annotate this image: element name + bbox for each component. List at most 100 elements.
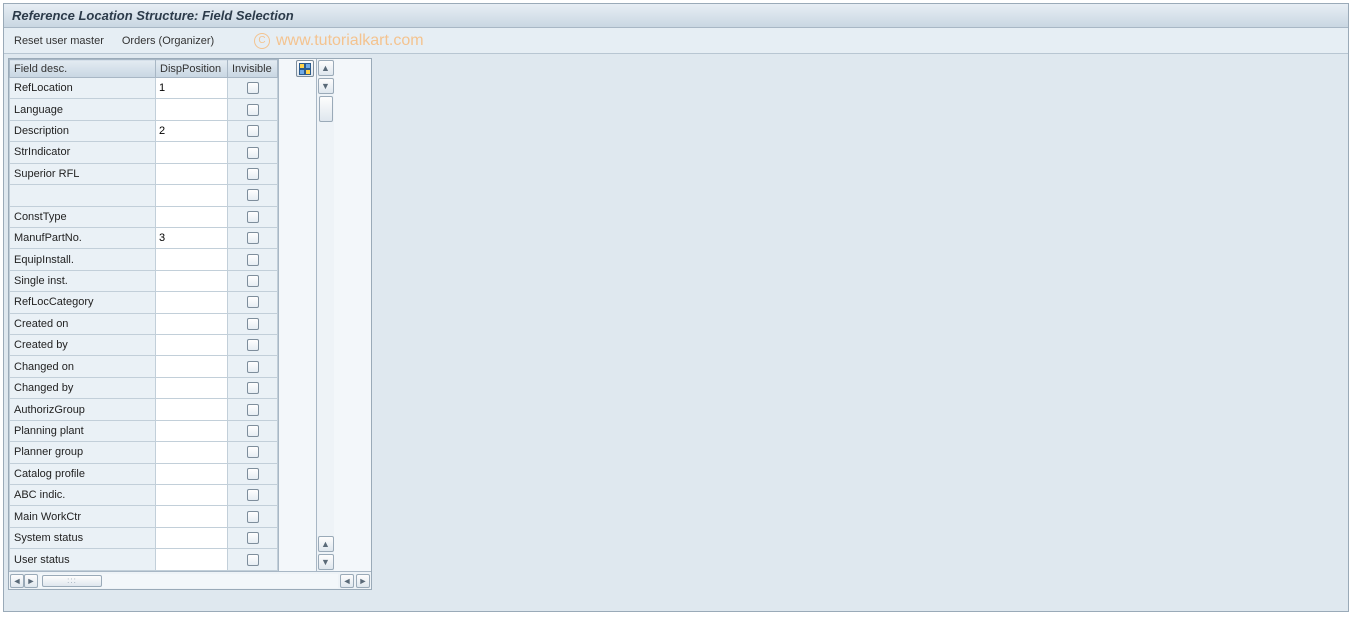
disp-position-input[interactable] bbox=[156, 378, 227, 398]
invisible-checkbox[interactable] bbox=[247, 125, 259, 137]
field-desc-cell[interactable]: User status bbox=[10, 549, 156, 571]
field-desc-cell[interactable]: ABC indic. bbox=[10, 485, 156, 506]
invisible-checkbox[interactable] bbox=[247, 318, 259, 330]
invisible-cell bbox=[228, 549, 278, 571]
disp-position-input[interactable] bbox=[156, 549, 227, 570]
field-desc-cell[interactable]: Catalog profile bbox=[10, 463, 156, 484]
hscroll-thumb[interactable]: ::: bbox=[42, 575, 102, 587]
disp-position-input[interactable] bbox=[156, 164, 227, 184]
disp-position-input[interactable] bbox=[156, 142, 227, 162]
disp-position-input[interactable] bbox=[156, 99, 227, 119]
disp-position-input[interactable] bbox=[156, 528, 227, 548]
hscroll-track[interactable]: ::: bbox=[40, 574, 338, 588]
invisible-checkbox[interactable] bbox=[247, 446, 259, 458]
disp-position-input[interactable] bbox=[156, 292, 227, 312]
field-desc-cell[interactable]: AuthorizGroup bbox=[10, 399, 156, 420]
window: Reference Location Structure: Field Sele… bbox=[3, 3, 1349, 612]
field-desc-cell[interactable]: ConstType bbox=[10, 206, 156, 227]
field-desc-cell[interactable]: Superior RFL bbox=[10, 163, 156, 184]
field-desc-cell[interactable] bbox=[10, 185, 156, 206]
field-desc-cell[interactable]: Changed on bbox=[10, 356, 156, 377]
disp-position-input[interactable] bbox=[156, 207, 227, 227]
table-row: StrIndicator bbox=[10, 142, 278, 163]
disp-position-input[interactable] bbox=[156, 121, 227, 141]
field-desc-cell[interactable]: RefLocation bbox=[10, 78, 156, 99]
invisible-checkbox[interactable] bbox=[247, 82, 259, 94]
invisible-cell bbox=[228, 335, 278, 356]
invisible-checkbox[interactable] bbox=[247, 275, 259, 287]
invisible-checkbox[interactable] bbox=[247, 339, 259, 351]
invisible-cell bbox=[228, 399, 278, 420]
invisible-checkbox[interactable] bbox=[247, 296, 259, 308]
scroll-right-step-button[interactable]: ► bbox=[24, 574, 38, 588]
disp-position-input[interactable] bbox=[156, 464, 227, 484]
scroll-right-end-button[interactable]: ► bbox=[356, 574, 370, 588]
invisible-checkbox[interactable] bbox=[247, 511, 259, 523]
orders-organizer-button[interactable]: Orders (Organizer) bbox=[122, 35, 214, 47]
field-desc-cell[interactable]: Main WorkCtr bbox=[10, 506, 156, 527]
disp-position-input[interactable] bbox=[156, 228, 227, 248]
invisible-checkbox[interactable] bbox=[247, 254, 259, 266]
vertical-scrollbar[interactable]: ▲ ▼ ▲ ▼ bbox=[316, 59, 334, 571]
scroll-left-end-button[interactable]: ◄ bbox=[340, 574, 354, 588]
disp-position-input[interactable] bbox=[156, 185, 227, 205]
field-desc-cell[interactable]: EquipInstall. bbox=[10, 249, 156, 270]
disp-position-input[interactable] bbox=[156, 506, 227, 526]
field-desc-cell[interactable]: RefLocCategory bbox=[10, 292, 156, 313]
invisible-checkbox[interactable] bbox=[247, 532, 259, 544]
field-desc-cell[interactable]: Planner group bbox=[10, 442, 156, 463]
scroll-left-button[interactable]: ◄ bbox=[10, 574, 24, 588]
reset-user-master-button[interactable]: Reset user master bbox=[14, 35, 104, 47]
disp-position-input[interactable] bbox=[156, 485, 227, 505]
field-desc-cell[interactable]: Created by bbox=[10, 335, 156, 356]
invisible-checkbox[interactable] bbox=[247, 147, 259, 159]
invisible-checkbox[interactable] bbox=[247, 468, 259, 480]
field-desc-cell[interactable]: StrIndicator bbox=[10, 142, 156, 163]
invisible-checkbox[interactable] bbox=[247, 211, 259, 223]
disp-position-input[interactable] bbox=[156, 249, 227, 269]
field-desc-cell[interactable]: Single inst. bbox=[10, 270, 156, 291]
field-desc-cell[interactable]: System status bbox=[10, 527, 156, 548]
disp-position-cell bbox=[156, 99, 228, 120]
scroll-up-button[interactable]: ▲ bbox=[318, 60, 334, 76]
disp-position-input[interactable] bbox=[156, 442, 227, 462]
invisible-checkbox[interactable] bbox=[247, 361, 259, 373]
table-row: Description bbox=[10, 120, 278, 141]
invisible-checkbox[interactable] bbox=[247, 104, 259, 116]
col-header-disp-position[interactable]: DispPosition bbox=[156, 60, 228, 78]
invisible-checkbox[interactable] bbox=[247, 554, 259, 566]
disp-position-input[interactable] bbox=[156, 399, 227, 419]
invisible-checkbox[interactable] bbox=[247, 489, 259, 501]
disp-position-input[interactable] bbox=[156, 356, 227, 376]
disp-position-input[interactable] bbox=[156, 78, 227, 98]
col-header-invisible[interactable]: Invisible bbox=[228, 60, 278, 78]
field-selection-panel: Field desc. DispPosition Invisible RefLo… bbox=[8, 58, 372, 590]
invisible-checkbox[interactable] bbox=[247, 382, 259, 394]
invisible-checkbox[interactable] bbox=[247, 189, 259, 201]
scroll-thumb[interactable] bbox=[319, 96, 333, 122]
field-desc-cell[interactable]: Created on bbox=[10, 313, 156, 334]
horizontal-scrollbar[interactable]: ◄ ► ::: ◄ ► bbox=[9, 571, 371, 589]
field-desc-cell[interactable]: Changed by bbox=[10, 377, 156, 398]
field-desc-cell[interactable]: Language bbox=[10, 99, 156, 120]
disp-position-input[interactable] bbox=[156, 271, 227, 291]
scroll-up2-button[interactable]: ▲ bbox=[318, 536, 334, 552]
field-desc-cell[interactable]: Description bbox=[10, 120, 156, 141]
table-settings-button[interactable] bbox=[296, 60, 314, 77]
scroll-line-down-button[interactable]: ▼ bbox=[318, 78, 334, 94]
disp-position-input[interactable] bbox=[156, 314, 227, 334]
col-header-field-desc[interactable]: Field desc. bbox=[10, 60, 156, 78]
invisible-checkbox[interactable] bbox=[247, 425, 259, 437]
invisible-cell bbox=[228, 527, 278, 548]
invisible-checkbox[interactable] bbox=[247, 168, 259, 180]
invisible-cell bbox=[228, 356, 278, 377]
disp-position-input[interactable] bbox=[156, 335, 227, 355]
invisible-checkbox[interactable] bbox=[247, 232, 259, 244]
disp-position-input[interactable] bbox=[156, 421, 227, 441]
invisible-cell bbox=[228, 485, 278, 506]
invisible-cell bbox=[228, 377, 278, 398]
scroll-down-button[interactable]: ▼ bbox=[318, 554, 334, 570]
invisible-checkbox[interactable] bbox=[247, 404, 259, 416]
field-desc-cell[interactable]: ManufPartNo. bbox=[10, 227, 156, 248]
field-desc-cell[interactable]: Planning plant bbox=[10, 420, 156, 441]
